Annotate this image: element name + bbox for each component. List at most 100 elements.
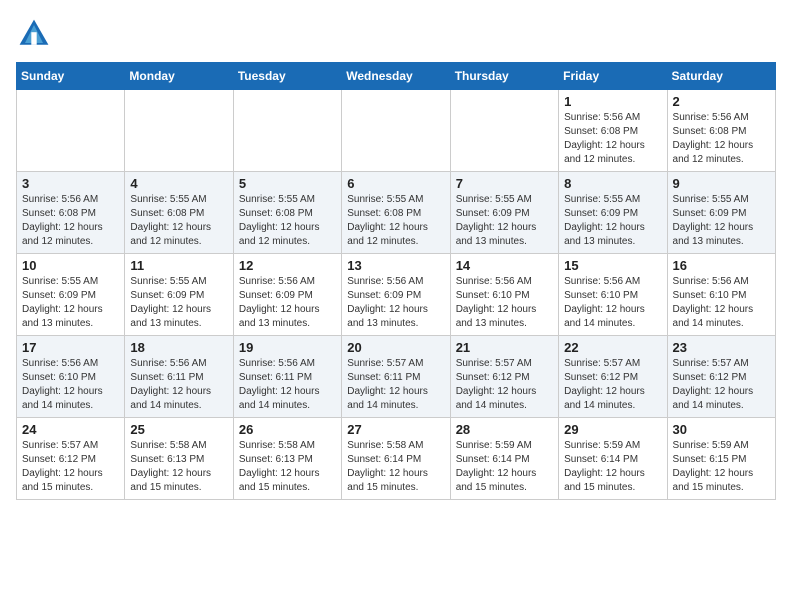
calendar-cell: 14Sunrise: 5:56 AM Sunset: 6:10 PM Dayli… bbox=[450, 254, 558, 336]
calendar-cell: 18 Sunrise: 5:56 AM Sunset: 6:11 PM Dayli… bbox=[125, 336, 233, 418]
day-info: Sunrise: 5:58 AM Sunset: 6:13 PM Dayligh… bbox=[239, 439, 336, 495]
day-number: 12 bbox=[239, 258, 336, 273]
day-info: Sunrise: 5:59 AM Sunset: 6:14 PM Dayligh… bbox=[456, 439, 553, 495]
calendar-cell: 7Sunrise: 5:55 AM Sunset: 6:09 PM Daylig… bbox=[450, 172, 558, 254]
day-info: Sunrise: 5:59 AM Sunset: 6:14 PM Dayligh… bbox=[564, 439, 661, 495]
day-info: Sunrise: 5:58 AM Sunset: 6:14 PM Dayligh… bbox=[347, 439, 444, 495]
weekday-header: Monday bbox=[125, 63, 233, 90]
day-info: Sunrise: 5:55 AM Sunset: 6:08 PM Dayligh… bbox=[239, 193, 336, 249]
day-info: Sunrise: 5:58 AM Sunset: 6:13 PM Dayligh… bbox=[130, 439, 227, 495]
calendar-week-row: 17 Sunrise: 5:56 AM Sunset: 6:10 PM Dayli… bbox=[17, 336, 776, 418]
day-number: 29 bbox=[564, 422, 661, 437]
calendar-cell: 12 Sunrise: 5:56 AM Sunset: 6:09 PM Dayli… bbox=[233, 254, 341, 336]
day-number: 11 bbox=[130, 258, 227, 273]
day-number: 27 bbox=[347, 422, 444, 437]
day-number: 3 bbox=[22, 176, 119, 191]
day-info: Sunrise: 5:56 AM Sunset: 6:08 PM Dayligh… bbox=[22, 193, 119, 249]
calendar-cell: 25 Sunrise: 5:58 AM Sunset: 6:13 PM Dayli… bbox=[125, 418, 233, 500]
calendar-table: SundayMondayTuesdayWednesdayThursdayFrid… bbox=[16, 62, 776, 500]
weekday-header: Tuesday bbox=[233, 63, 341, 90]
logo-icon bbox=[16, 16, 52, 52]
calendar-cell: 26 Sunrise: 5:58 AM Sunset: 6:13 PM Dayli… bbox=[233, 418, 341, 500]
calendar-cell: 1 Sunrise: 5:56 AM Sunset: 6:08 PM Daylig… bbox=[559, 90, 667, 172]
calendar-cell: 13 Sunrise: 5:56 AM Sunset: 6:09 PM Dayli… bbox=[342, 254, 450, 336]
day-number: 13 bbox=[347, 258, 444, 273]
calendar-cell bbox=[450, 90, 558, 172]
calendar-cell: 8Sunrise: 5:55 AM Sunset: 6:09 PM Daylig… bbox=[559, 172, 667, 254]
day-number: 14 bbox=[456, 258, 553, 273]
calendar-cell: 30 Sunrise: 5:59 AM Sunset: 6:15 PM Dayli… bbox=[667, 418, 775, 500]
calendar-cell bbox=[125, 90, 233, 172]
day-number: 24 bbox=[22, 422, 119, 437]
day-info: Sunrise: 5:55 AM Sunset: 6:09 PM Dayligh… bbox=[456, 193, 553, 249]
day-number: 17 bbox=[22, 340, 119, 355]
day-info: Sunrise: 5:56 AM Sunset: 6:10 PM Dayligh… bbox=[673, 275, 770, 331]
calendar-cell: 24 Sunrise: 5:57 AM Sunset: 6:12 PM Dayli… bbox=[17, 418, 125, 500]
calendar-header-row: SundayMondayTuesdayWednesdayThursdayFrid… bbox=[17, 63, 776, 90]
logo bbox=[16, 16, 56, 52]
calendar-cell: 28 Sunrise: 5:59 AM Sunset: 6:14 PM Dayli… bbox=[450, 418, 558, 500]
day-info: Sunrise: 5:55 AM Sunset: 6:09 PM Dayligh… bbox=[130, 275, 227, 331]
weekday-header: Sunday bbox=[17, 63, 125, 90]
day-info: Sunrise: 5:56 AM Sunset: 6:08 PM Dayligh… bbox=[673, 111, 770, 167]
day-number: 16 bbox=[673, 258, 770, 273]
calendar-cell: 16 Sunrise: 5:56 AM Sunset: 6:10 PM Dayli… bbox=[667, 254, 775, 336]
day-number: 23 bbox=[673, 340, 770, 355]
calendar-cell: 17 Sunrise: 5:56 AM Sunset: 6:10 PM Dayli… bbox=[17, 336, 125, 418]
calendar-cell: 29 Sunrise: 5:59 AM Sunset: 6:14 PM Dayli… bbox=[559, 418, 667, 500]
day-info: Sunrise: 5:55 AM Sunset: 6:09 PM Dayligh… bbox=[673, 193, 770, 249]
day-info: Sunrise: 5:56 AM Sunset: 6:10 PM Dayligh… bbox=[22, 357, 119, 413]
calendar-cell: 10Sunrise: 5:55 AM Sunset: 6:09 PM Dayli… bbox=[17, 254, 125, 336]
day-number: 22 bbox=[564, 340, 661, 355]
calendar-cell bbox=[342, 90, 450, 172]
day-info: Sunrise: 5:57 AM Sunset: 6:12 PM Dayligh… bbox=[673, 357, 770, 413]
calendar-week-row: 1 Sunrise: 5:56 AM Sunset: 6:08 PM Daylig… bbox=[17, 90, 776, 172]
day-info: Sunrise: 5:57 AM Sunset: 6:12 PM Dayligh… bbox=[564, 357, 661, 413]
day-info: Sunrise: 5:56 AM Sunset: 6:08 PM Dayligh… bbox=[564, 111, 661, 167]
calendar-cell: 22 Sunrise: 5:57 AM Sunset: 6:12 PM Dayli… bbox=[559, 336, 667, 418]
calendar-week-row: 3 Sunrise: 5:56 AM Sunset: 6:08 PM Daylig… bbox=[17, 172, 776, 254]
day-info: Sunrise: 5:56 AM Sunset: 6:09 PM Dayligh… bbox=[239, 275, 336, 331]
calendar-cell: 19 Sunrise: 5:56 AM Sunset: 6:11 PM Dayli… bbox=[233, 336, 341, 418]
day-number: 30 bbox=[673, 422, 770, 437]
day-number: 26 bbox=[239, 422, 336, 437]
day-info: Sunrise: 5:57 AM Sunset: 6:11 PM Dayligh… bbox=[347, 357, 444, 413]
day-number: 21 bbox=[456, 340, 553, 355]
calendar-cell: 11 Sunrise: 5:55 AM Sunset: 6:09 PM Dayli… bbox=[125, 254, 233, 336]
day-info: Sunrise: 5:56 AM Sunset: 6:11 PM Dayligh… bbox=[239, 357, 336, 413]
calendar-week-row: 10Sunrise: 5:55 AM Sunset: 6:09 PM Dayli… bbox=[17, 254, 776, 336]
weekday-header: Saturday bbox=[667, 63, 775, 90]
day-info: Sunrise: 5:55 AM Sunset: 6:08 PM Dayligh… bbox=[347, 193, 444, 249]
day-number: 6 bbox=[347, 176, 444, 191]
calendar-cell: 23 Sunrise: 5:57 AM Sunset: 6:12 PM Dayli… bbox=[667, 336, 775, 418]
day-info: Sunrise: 5:59 AM Sunset: 6:15 PM Dayligh… bbox=[673, 439, 770, 495]
page-header bbox=[16, 16, 776, 52]
day-info: Sunrise: 5:56 AM Sunset: 6:09 PM Dayligh… bbox=[347, 275, 444, 331]
calendar-week-row: 24 Sunrise: 5:57 AM Sunset: 6:12 PM Dayli… bbox=[17, 418, 776, 500]
day-info: Sunrise: 5:57 AM Sunset: 6:12 PM Dayligh… bbox=[456, 357, 553, 413]
day-number: 15 bbox=[564, 258, 661, 273]
day-info: Sunrise: 5:56 AM Sunset: 6:11 PM Dayligh… bbox=[130, 357, 227, 413]
day-info: Sunrise: 5:55 AM Sunset: 6:08 PM Dayligh… bbox=[130, 193, 227, 249]
calendar-cell bbox=[233, 90, 341, 172]
day-number: 2 bbox=[673, 94, 770, 109]
calendar-cell: 15Sunrise: 5:56 AM Sunset: 6:10 PM Dayli… bbox=[559, 254, 667, 336]
day-number: 28 bbox=[456, 422, 553, 437]
day-number: 20 bbox=[347, 340, 444, 355]
day-number: 19 bbox=[239, 340, 336, 355]
day-number: 4 bbox=[130, 176, 227, 191]
day-info: Sunrise: 5:55 AM Sunset: 6:09 PM Dayligh… bbox=[22, 275, 119, 331]
day-number: 18 bbox=[130, 340, 227, 355]
day-info: Sunrise: 5:57 AM Sunset: 6:12 PM Dayligh… bbox=[22, 439, 119, 495]
day-number: 25 bbox=[130, 422, 227, 437]
calendar-cell: 3 Sunrise: 5:56 AM Sunset: 6:08 PM Daylig… bbox=[17, 172, 125, 254]
calendar-cell: 6 Sunrise: 5:55 AM Sunset: 6:08 PM Daylig… bbox=[342, 172, 450, 254]
weekday-header: Friday bbox=[559, 63, 667, 90]
weekday-header: Wednesday bbox=[342, 63, 450, 90]
calendar-cell: 27 Sunrise: 5:58 AM Sunset: 6:14 PM Dayli… bbox=[342, 418, 450, 500]
weekday-header: Thursday bbox=[450, 63, 558, 90]
day-number: 5 bbox=[239, 176, 336, 191]
day-number: 1 bbox=[564, 94, 661, 109]
calendar-cell: 4 Sunrise: 5:55 AM Sunset: 6:08 PM Daylig… bbox=[125, 172, 233, 254]
day-info: Sunrise: 5:55 AM Sunset: 6:09 PM Dayligh… bbox=[564, 193, 661, 249]
